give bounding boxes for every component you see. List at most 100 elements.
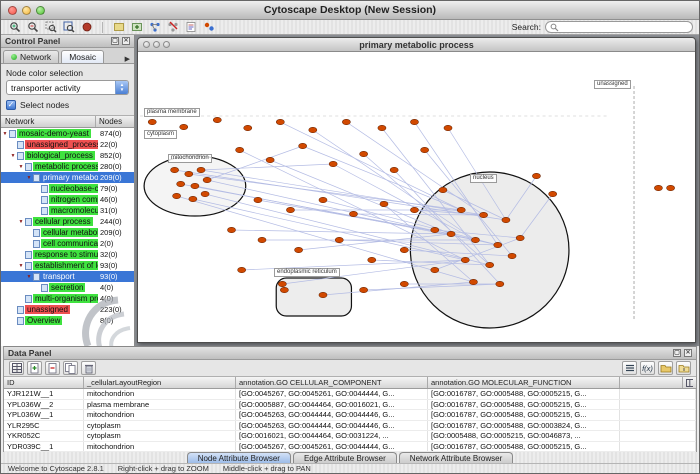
graph-node[interactable] [203, 177, 211, 183]
graph-node[interactable] [280, 287, 288, 293]
tree-row-cellular-metabolic-pro[interactable]: cellular metabolic pro209(0) [1, 227, 134, 238]
table-cell[interactable]: YPL036W__1 [4, 410, 84, 420]
graph-node[interactable] [471, 237, 479, 243]
expander-icon[interactable]: ▼ [17, 219, 25, 225]
vizmapper-button[interactable] [201, 21, 216, 34]
table-row[interactable]: YLR295Ccytoplasm[GO:0045263, GO:0044444,… [4, 421, 696, 432]
graph-node[interactable] [177, 181, 185, 187]
table-cell[interactable]: [GO:0045263, GO:0044444, GO:0044446, G..… [236, 421, 428, 431]
graph-node[interactable] [349, 211, 357, 217]
tree-row-mosaic-demo-yeast[interactable]: ▼mosaic-demo-yeast874(0) [1, 128, 134, 139]
delete-attribute-button[interactable] [45, 361, 60, 375]
graph-node[interactable] [238, 267, 246, 273]
column-header-region[interactable]: _cellularLayoutRegion [84, 377, 236, 388]
graph-node[interactable] [286, 207, 294, 213]
expander-icon[interactable]: ▼ [25, 274, 33, 280]
graph-node[interactable] [502, 217, 510, 223]
graph-node[interactable] [295, 247, 303, 253]
expander-icon[interactable]: ▼ [25, 175, 33, 181]
node-color-dropdown[interactable]: transporter activity ▲▼ [6, 80, 129, 95]
graph-node[interactable] [171, 167, 179, 173]
show-graphics-details-button[interactable] [79, 21, 94, 34]
tree-row-transport[interactable]: ▼transport93(0) [1, 271, 134, 282]
graph-node[interactable] [180, 124, 188, 130]
zoom-fit-button[interactable] [61, 21, 76, 34]
graph-node[interactable] [227, 227, 235, 233]
graph-node[interactable] [197, 167, 205, 173]
tree-row-nitrogen-compound-me[interactable]: nitrogen compound me46(0) [1, 194, 134, 205]
tree-row-establishment-of-local[interactable]: ▼establishment of local93(0) [1, 260, 134, 271]
graph-node[interactable] [360, 151, 368, 157]
table-cell[interactable]: cytoplasm [84, 431, 236, 441]
annotation-button[interactable] [183, 21, 198, 34]
tab-network-attribute-browser[interactable]: Network Attribute Browser [399, 452, 513, 463]
tree-row-biological-process[interactable]: ▼biological_process852(0) [1, 150, 134, 161]
graph-node[interactable] [457, 207, 465, 213]
table-cell[interactable]: [GO:0016021, GO:0044464, GO:0031224, ... [236, 431, 428, 441]
table-cell[interactable]: [GO:0005887, GO:0044464, GO:0016021, G..… [236, 400, 428, 410]
import-attributes-button[interactable] [658, 361, 673, 375]
network-view-titlebar[interactable]: primary metabolic process [138, 38, 695, 52]
table-cell[interactable]: YLR295C [4, 421, 84, 431]
graph-node[interactable] [444, 125, 452, 131]
minimize-window-button[interactable] [22, 6, 31, 15]
frame-minimize-button[interactable] [153, 41, 160, 48]
frame-close-button[interactable] [143, 41, 150, 48]
tab-edge-attribute-browser[interactable]: Edge Attribute Browser [293, 452, 397, 463]
graph-node[interactable] [378, 125, 386, 131]
graph-node[interactable] [400, 247, 408, 253]
graph-node[interactable] [410, 207, 418, 213]
tree-row-metabolic-process[interactable]: ▼metabolic process280(0) [1, 161, 134, 172]
hide-selected-button[interactable] [111, 21, 126, 34]
tab-mosaic[interactable]: Mosaic [61, 50, 104, 63]
float-data-panel-icon[interactable]: ▢ [673, 349, 681, 357]
column-control-icon[interactable] [683, 377, 696, 388]
table-cell[interactable]: cytoplasm [84, 421, 236, 431]
search-field[interactable] [545, 21, 693, 33]
graph-node[interactable] [400, 281, 408, 287]
graph-node[interactable] [319, 197, 327, 203]
expander-icon[interactable]: ▼ [17, 164, 25, 170]
tree-row-cell-communication[interactable]: cell communication2(0) [1, 238, 134, 249]
graph-node[interactable] [549, 191, 557, 197]
graph-node[interactable] [439, 187, 447, 193]
copy-attribute-button[interactable] [63, 361, 78, 375]
tree-row-cellular-process[interactable]: ▼cellular process244(0) [1, 216, 134, 227]
graph-node[interactable] [258, 237, 266, 243]
table-cell[interactable]: YKR052C [4, 431, 84, 441]
close-data-panel-icon[interactable]: ✕ [684, 349, 692, 357]
select-nodes-checkbox[interactable]: ✓ [6, 100, 16, 110]
table-row[interactable]: YKR052Ccytoplasm[GO:0016021, GO:0044464,… [4, 431, 696, 442]
table-cell[interactable]: [GO:0045267, GO:0045261, GO:0044444, G..… [236, 389, 428, 399]
function-builder-button[interactable]: f(x) [640, 361, 655, 375]
graph-node[interactable] [236, 147, 244, 153]
graph-node[interactable] [213, 117, 221, 123]
table-cell[interactable]: [GO:0016787, GO:0005488, GO:0005215, G..… [428, 442, 620, 452]
expander-icon[interactable]: ▼ [9, 153, 17, 159]
graph-node[interactable] [496, 281, 504, 287]
graph-node[interactable] [185, 171, 193, 177]
graph-node[interactable] [390, 167, 398, 173]
graph-node[interactable] [276, 119, 284, 125]
graph-node[interactable] [266, 157, 274, 163]
table-cell[interactable]: [GO:0016787, GO:0005488, GO:0003824, G..… [428, 421, 620, 431]
graph-node[interactable] [244, 125, 252, 131]
table-row[interactable]: YPL036W__1mitochondrion[GO:0045263, GO:0… [4, 410, 696, 421]
graph-node[interactable] [309, 127, 317, 133]
column-header-molecular-function[interactable]: annotation.GO MOLECULAR_FUNCTION [428, 377, 620, 388]
graph-node[interactable] [201, 191, 209, 197]
graph-node[interactable] [342, 119, 350, 125]
table-cell[interactable]: YPL036W__2 [4, 400, 84, 410]
tab-scroll-right-icon[interactable]: ▶ [123, 55, 132, 63]
tree-header-nodes[interactable]: Nodes [96, 116, 134, 127]
close-panel-icon[interactable]: ✕ [122, 37, 130, 45]
create-network-view-button[interactable] [147, 21, 162, 34]
graph-node[interactable] [335, 237, 343, 243]
graph-node[interactable] [421, 147, 429, 153]
export-attributes-button[interactable] [676, 361, 691, 375]
graph-node[interactable] [532, 173, 540, 179]
table-cell[interactable]: [GO:0016787, GO:0005488, GO:0005215, G..… [428, 389, 620, 399]
graph-node[interactable] [480, 212, 488, 218]
search-input[interactable] [561, 22, 688, 32]
graph-node[interactable] [410, 119, 418, 125]
